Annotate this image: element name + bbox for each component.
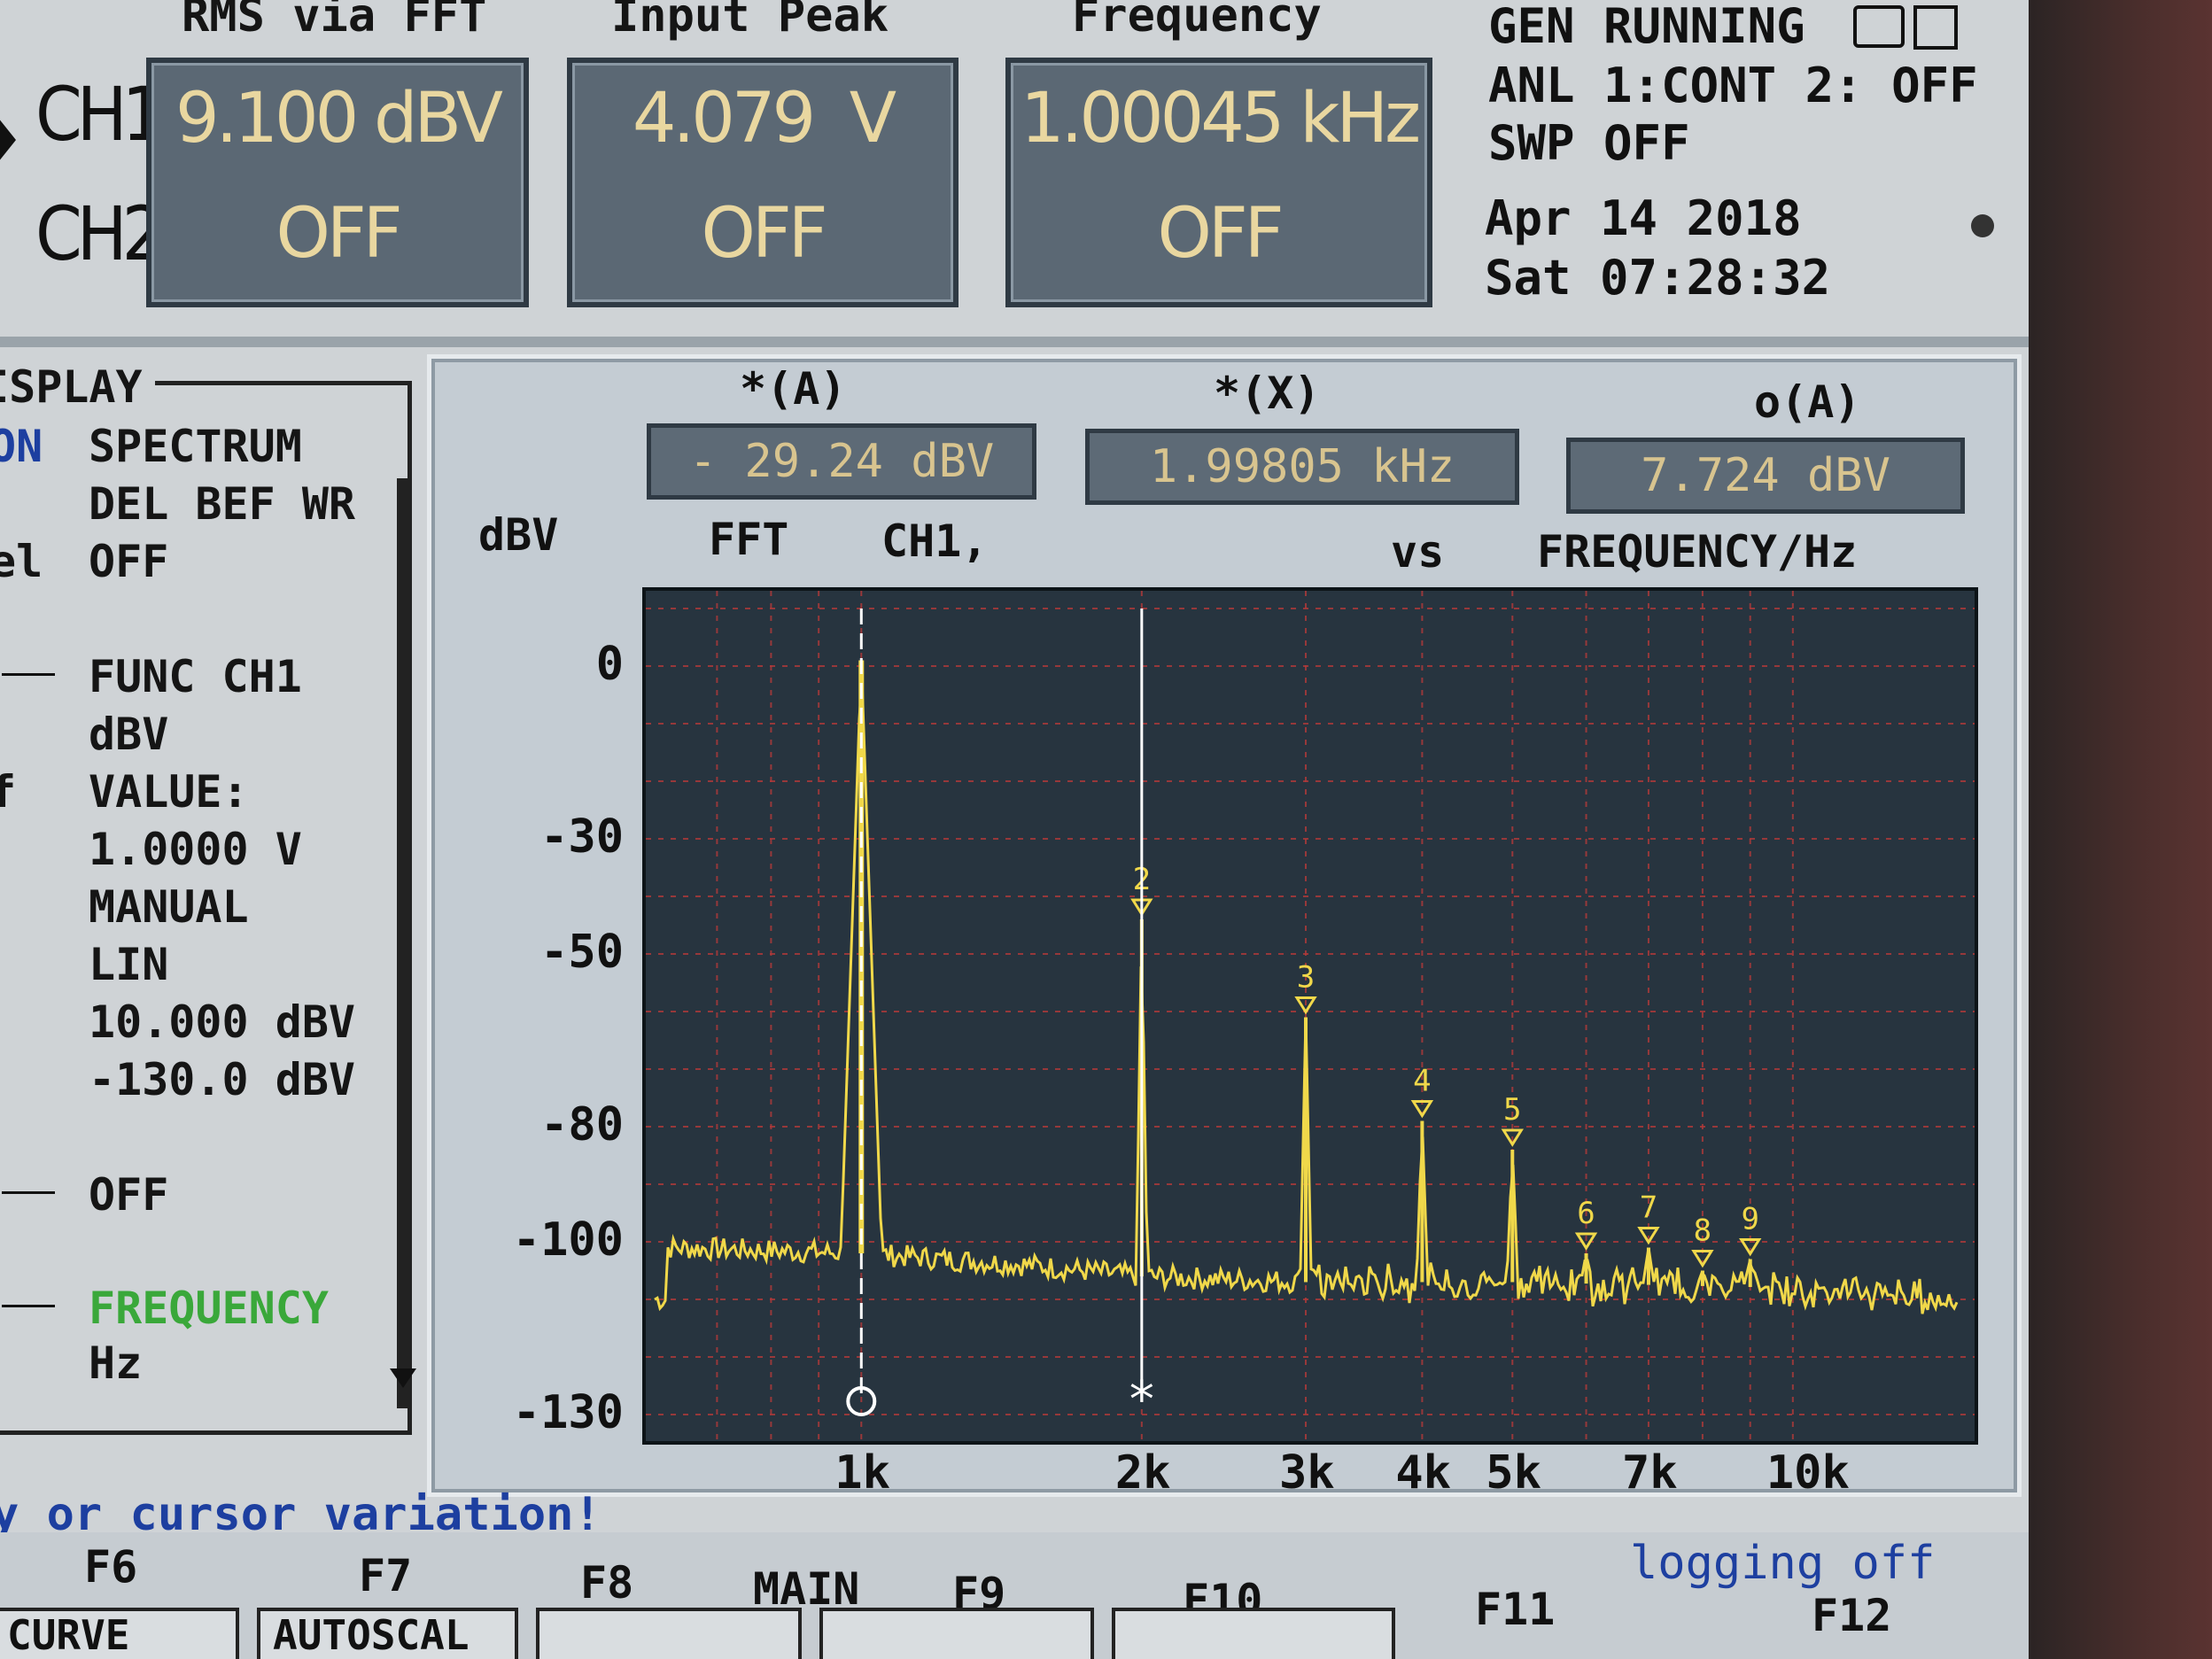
x-axis-title: FREQUENCY/Hz [1537, 526, 1858, 578]
anl-status: ANL 1:CONT 2: OFF [1488, 58, 1978, 113]
panel-row-value[interactable]: MANUAL [89, 881, 249, 933]
rms-ch2-value: OFF [276, 194, 402, 274]
swp-status: SWP OFF [1488, 115, 1690, 171]
panel-row-value[interactable]: DEL BEF WR [89, 478, 355, 530]
analyzer-screen: RMS via FFT Input Peak Frequency CH1 CH2… [0, 0, 2029, 1659]
header-separator [0, 337, 2029, 347]
peak-title: Input Peak [611, 0, 889, 43]
panel-row-value[interactable]: LIN [89, 939, 168, 990]
panel-row-marker [2, 1191, 55, 1194]
cursor-x-title: *(X) [1214, 368, 1321, 419]
harmonic-3-label: 3 [1297, 960, 1315, 996]
peak-ch1-value: 4.079 V [632, 79, 896, 159]
panel-row-value[interactable]: FUNC CH1 [89, 651, 302, 702]
x-tick-label: 10k [1766, 1446, 1850, 1500]
graph-vs-label: vs [1391, 526, 1445, 578]
panel-row-marker [2, 673, 55, 676]
f9-button[interactable] [819, 1608, 1094, 1659]
y-axis-unit: dBV [478, 509, 559, 561]
panel-row-marker [2, 1305, 55, 1307]
graph-channel-label: CH1, [881, 516, 989, 567]
freq-ch1-value: 1.00045 kHz [1020, 79, 1421, 159]
rms-ch1-value: 9.100 dBV [175, 79, 503, 159]
peak-meter[interactable]: 4.079 V OFF [567, 58, 959, 307]
curve-button[interactable]: CURVE [0, 1608, 239, 1659]
panel-row-value[interactable]: OFF [89, 536, 168, 587]
panel-row-prefix: f [0, 766, 17, 818]
freq-title: Frequency [1072, 0, 1322, 43]
y-tick-label: -50 [540, 926, 624, 979]
harmonic-5-label: 5 [1503, 1092, 1521, 1128]
fft-plot-svg: 23456789* [646, 591, 1975, 1441]
date: Apr 14 2018 [1485, 190, 1802, 246]
harmonic-7-label: 7 [1640, 1190, 1657, 1226]
harmonic-9-label: 9 [1741, 1202, 1758, 1237]
activity-dot-icon [1971, 214, 1994, 237]
ch1-label[interactable]: CH1 [35, 71, 165, 158]
f7-key[interactable]: F7 [359, 1550, 412, 1601]
f8-button[interactable] [536, 1608, 802, 1659]
panel-scrollbar[interactable] [397, 478, 409, 1408]
x-tick-label: 7k [1621, 1446, 1678, 1500]
y-tick-label: -100 [512, 1213, 624, 1267]
harmonic-6-label: 6 [1577, 1196, 1595, 1231]
harmonic-4-label: 4 [1413, 1064, 1431, 1099]
autoscale-button[interactable]: AUTOSCAL [257, 1608, 518, 1659]
harmonic-8-label: 8 [1694, 1213, 1711, 1249]
gen-status: GEN RUNNING [1488, 0, 1805, 54]
freq-ch2-value: OFF [1157, 194, 1284, 274]
panel-row-value[interactable]: Hz [89, 1337, 142, 1389]
cursor-x-marker: * [1127, 1371, 1157, 1429]
panel-row-value[interactable]: SPECTRUM [89, 421, 302, 472]
panel-row-prefix: el [0, 536, 43, 587]
panel-row-value[interactable]: dBV [89, 709, 168, 760]
mute-icon [1913, 5, 1958, 50]
y-tick-label: -30 [540, 810, 624, 864]
f12-key[interactable]: F12 [1812, 1590, 1891, 1641]
speaker-icon [1853, 5, 1905, 48]
panel-row-value[interactable]: OFF [89, 1169, 168, 1221]
f8-key[interactable]: F8 [580, 1557, 633, 1609]
x-tick-label: 4k [1395, 1446, 1451, 1500]
y-tick-label: -130 [512, 1386, 624, 1439]
x-tick-label: 2k [1114, 1446, 1171, 1500]
f11-key[interactable]: F11 [1475, 1584, 1555, 1635]
monitor-bezel [2029, 0, 2212, 1659]
panel-row-value[interactable]: FREQUENCY [89, 1283, 329, 1334]
scroll-down-icon[interactable] [390, 1368, 416, 1388]
panel-row-prefix: ON [0, 421, 43, 472]
display-panel-title: ISPLAY [0, 361, 155, 413]
rms-meter[interactable]: 9.100 dBV OFF [146, 58, 529, 307]
panel-row-value[interactable]: 10.000 dBV [89, 996, 355, 1048]
freq-meter[interactable]: 1.00045 kHz OFF [1005, 58, 1432, 307]
time: Sat 07:28:32 [1485, 250, 1831, 306]
peak-ch2-value: OFF [701, 194, 827, 274]
f10-button[interactable] [1112, 1608, 1395, 1659]
fft-plot[interactable]: 23456789* [642, 587, 1978, 1445]
panel-row-value[interactable]: VALUE: [89, 766, 249, 818]
y-tick-label: 0 [595, 638, 624, 691]
cursor-x-value[interactable]: 1.99805 kHz [1085, 429, 1519, 505]
ch2-label[interactable]: CH2 [35, 190, 165, 277]
y-tick-label: -80 [540, 1098, 624, 1151]
panel-row-value[interactable]: -130.0 dBV [89, 1054, 355, 1105]
panel-row-value[interactable]: 1.0000 V [89, 824, 302, 875]
logging-status: logging off [1630, 1537, 1936, 1590]
cursor-a-title: *(A) [740, 363, 847, 415]
harmonic-7-marker [1637, 1227, 1660, 1245]
x-tick-label: 1k [834, 1446, 890, 1500]
cursor-o-value[interactable]: 7.724 dBV [1566, 438, 1965, 514]
x-tick-label: 5k [1486, 1446, 1541, 1500]
x-tick-label: 3k [1279, 1446, 1335, 1500]
cursor-a-value[interactable]: - 29.24 dBV [647, 423, 1036, 500]
rms-title: RMS via FFT [182, 0, 487, 43]
ch1-arrow-icon [0, 113, 16, 167]
cursor-o-title: o(A) [1754, 376, 1861, 428]
f6-key[interactable]: F6 [84, 1541, 137, 1593]
graph-fft-label: FFT [709, 514, 789, 565]
